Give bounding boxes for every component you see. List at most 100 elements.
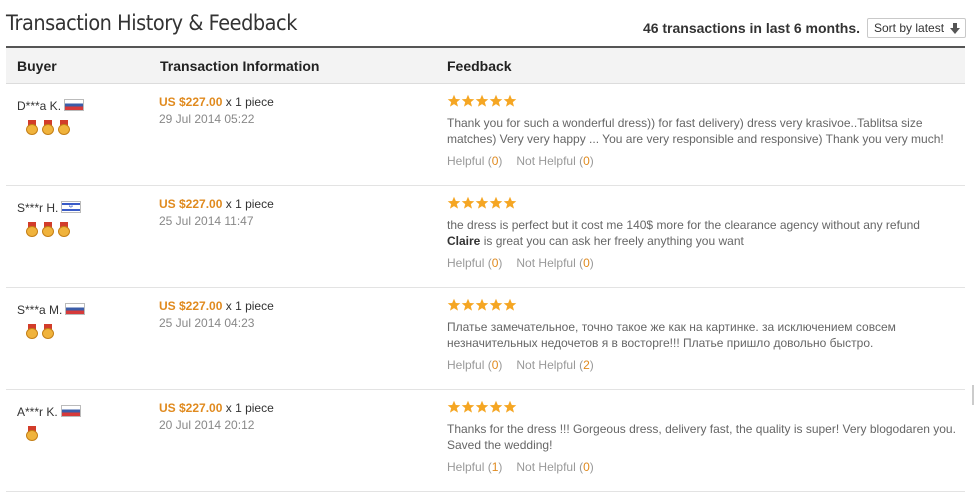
star-icon — [503, 298, 517, 311]
comment-text: Thank you for such a wonderful dress)) f… — [447, 116, 944, 146]
transaction-info: US $227.00 x 1 piece 29 Jul 2014 05:22 — [159, 95, 274, 126]
russia-flag-icon — [64, 99, 85, 111]
buyer-medals — [26, 324, 58, 344]
price: US $227.00 — [159, 95, 223, 109]
buyer-medals — [26, 120, 74, 140]
buyer-name[interactable]: A***r K. — [17, 405, 81, 419]
medal-icon — [26, 120, 38, 135]
column-header-buyer: Buyer — [17, 58, 57, 74]
star-icon — [489, 94, 503, 107]
not-helpful-count: 0 — [583, 154, 590, 168]
buyer-medals — [26, 426, 42, 446]
column-header-transaction: Transaction Information — [160, 58, 320, 74]
not-helpful-link[interactable]: Not Helpful (0) — [516, 154, 593, 168]
comment-text-continued: is great you can ask her freely anything… — [480, 234, 744, 248]
buyer-name[interactable]: S***r H. ✡ — [17, 201, 82, 215]
not-helpful-count: 0 — [583, 256, 590, 270]
star-icon — [475, 196, 489, 209]
feedback-comment: Платье замечательное, точно такое же как… — [447, 319, 957, 351]
medal-icon — [58, 120, 70, 135]
price: US $227.00 — [159, 401, 223, 415]
transaction-info: US $227.00 x 1 piece 25 Jul 2014 04:23 — [159, 299, 274, 330]
star-icon — [489, 196, 503, 209]
comment-text: Thanks for the dress !!! Gorgeous dress,… — [447, 422, 956, 452]
star-icon — [447, 196, 461, 209]
arrow-down-icon — [950, 23, 960, 34]
table-row: A***r K. US $227.00 x 1 piece 20 Jul 2014 … — [6, 390, 965, 492]
buyer-medals — [26, 222, 74, 242]
medal-icon — [26, 324, 38, 339]
star-icon — [447, 298, 461, 311]
feedback-cell: Thank you for such a wonderful dress)) f… — [447, 94, 957, 147]
medal-icon — [42, 120, 54, 135]
helpful-link[interactable]: Helpful (1) — [447, 460, 502, 474]
star-rating — [447, 400, 957, 414]
helpful-votes: Helpful (0) Not Helpful (0) — [447, 154, 594, 168]
not-helpful-count: 2 — [583, 358, 590, 372]
comment-text: the dress is perfect but it cost me 140$… — [447, 218, 920, 232]
table-row: S***r H. ✡ US $227.00 x 1 piece 25 Jul 2014… — [6, 186, 965, 288]
quantity: x 1 piece — [225, 95, 274, 109]
quantity: x 1 piece — [225, 401, 274, 415]
not-helpful-link[interactable]: Not Helpful (0) — [516, 256, 593, 270]
transaction-date: 20 Jul 2014 20:12 — [159, 418, 255, 432]
feedback-cell: Платье замечательное, точно такое же как… — [447, 298, 957, 351]
quantity: x 1 piece — [225, 197, 274, 211]
helpful-link[interactable]: Helpful (0) — [447, 154, 502, 168]
feedback-cell: the dress is perfect but it cost me 140$… — [447, 196, 957, 249]
transaction-date: 25 Jul 2014 04:23 — [159, 316, 255, 330]
buyer-name[interactable]: S***a M. — [17, 303, 86, 317]
table-row: S***a M. US $227.00 x 1 piece 25 Jul 2014 … — [6, 288, 965, 390]
buyer-label: S***r H. — [17, 201, 59, 215]
star-icon — [461, 298, 475, 311]
feedback-comment: Thank you for such a wonderful dress)) f… — [447, 115, 957, 147]
buyer-name[interactable]: D***a K. — [17, 99, 85, 113]
star-icon — [503, 400, 517, 413]
helpful-votes: Helpful (0) Not Helpful (2) — [447, 358, 594, 372]
comment-highlight: Claire — [447, 234, 481, 248]
page-title: Transaction History & Feedback — [6, 11, 297, 35]
feedback-comment: Thanks for the dress !!! Gorgeous dress,… — [447, 421, 957, 453]
star-icon — [503, 196, 517, 209]
quantity: x 1 piece — [225, 299, 274, 313]
feedback-comment: the dress is perfect but it cost me 140$… — [447, 217, 957, 249]
russia-flag-icon — [65, 303, 86, 315]
star-icon — [489, 298, 503, 311]
feedback-cell: Thanks for the dress !!! Gorgeous dress,… — [447, 400, 957, 453]
not-helpful-count: 0 — [583, 460, 590, 474]
comment-text: Платье замечательное, точно такое же как… — [447, 320, 896, 350]
transaction-info: US $227.00 x 1 piece 20 Jul 2014 20:12 — [159, 401, 274, 432]
not-helpful-link[interactable]: Not Helpful (0) — [516, 460, 593, 474]
sort-button[interactable]: Sort by latest — [867, 18, 966, 38]
helpful-votes: Helpful (1) Not Helpful (0) — [447, 460, 594, 474]
buyer-label: A***r K. — [17, 405, 58, 419]
star-icon — [475, 400, 489, 413]
buyer-label: D***a K. — [17, 99, 62, 113]
feedback-table: Buyer Transaction Information Feedback D… — [6, 46, 965, 492]
star-icon — [475, 298, 489, 311]
price: US $227.00 — [159, 299, 223, 313]
helpful-link[interactable]: Helpful (0) — [447, 358, 502, 372]
transaction-summary: 46 transactions in last 6 months. — [642, 20, 860, 36]
transaction-date: 25 Jul 2014 11:47 — [159, 214, 254, 228]
star-icon — [461, 400, 475, 413]
star-rating — [447, 94, 957, 108]
star-icon — [475, 94, 489, 107]
transaction-date: 29 Jul 2014 05:22 — [159, 112, 255, 126]
medal-icon — [42, 324, 54, 339]
medal-icon — [26, 222, 38, 237]
medal-icon — [42, 222, 54, 237]
israel-flag-icon: ✡ — [61, 201, 82, 213]
medal-icon — [58, 222, 70, 237]
star-rating — [447, 196, 957, 210]
helpful-count: 1 — [491, 460, 499, 474]
star-icon — [461, 196, 475, 209]
star-rating — [447, 298, 957, 312]
price: US $227.00 — [159, 197, 223, 211]
star-icon — [461, 94, 475, 107]
not-helpful-link[interactable]: Not Helpful (2) — [516, 358, 593, 372]
transaction-info: US $227.00 x 1 piece 25 Jul 2014 11:47 — [159, 197, 274, 228]
helpful-count: 0 — [491, 256, 499, 270]
helpful-link[interactable]: Helpful (0) — [447, 256, 502, 270]
helpful-votes: Helpful (0) Not Helpful (0) — [447, 256, 594, 270]
